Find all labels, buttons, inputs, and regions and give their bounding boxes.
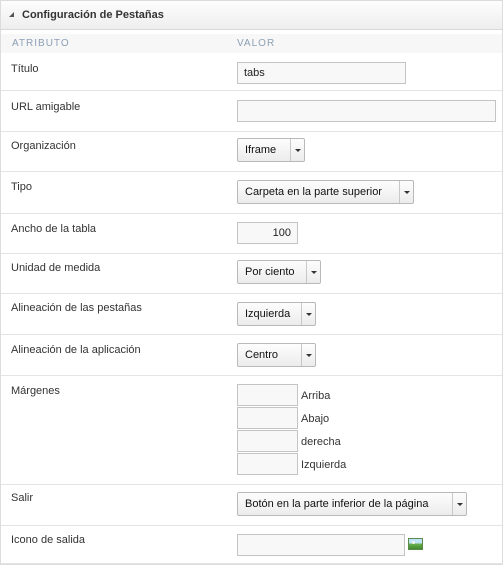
label-alineacion-pestanas: Alineación de las pestañas	[11, 302, 142, 314]
chevron-down-icon[interactable]	[290, 139, 304, 161]
image-picker-icon[interactable]	[408, 538, 423, 550]
alineacion-aplicacion-selected: Centro	[245, 349, 279, 361]
collapse-triangle-icon[interactable]	[9, 12, 14, 17]
row-margenes: Márgenes Arriba Abajo derecha Izquierda	[1, 376, 502, 485]
alineacion-pestanas-selected: Izquierda	[245, 308, 291, 320]
column-headers: ATRIBUTO VALOR	[1, 34, 502, 53]
label-unidad-medida: Unidad de medida	[11, 262, 101, 274]
label-salir: Salir	[11, 492, 34, 504]
tipo-selected: Carpeta en la parte superior	[245, 186, 382, 198]
chevron-down-icon[interactable]	[301, 303, 315, 325]
row-ancho-tabla: Ancho de la tabla	[1, 214, 502, 254]
salir-selected: Botón en la parte inferior de la página	[245, 498, 429, 510]
label-url-amigable: URL amigable	[11, 101, 81, 113]
row-titulo: Título	[1, 53, 502, 91]
salir-select[interactable]: Botón en la parte inferior de la página	[237, 492, 467, 516]
row-salir: Salir Botón en la parte inferior de la p…	[1, 485, 502, 526]
unidad-medida-select[interactable]: Por ciento	[237, 260, 321, 284]
row-alineacion-aplicacion: Alineación de la aplicación Centro	[1, 335, 502, 376]
margen-arriba-input[interactable]	[237, 384, 298, 406]
ancho-tabla-input[interactable]	[237, 222, 298, 244]
margen-izquierda-input[interactable]	[237, 453, 298, 475]
organizacion-select[interactable]: Iframe	[237, 138, 305, 162]
row-tipo: Tipo Carpeta en la parte superior	[1, 172, 502, 214]
tipo-select[interactable]: Carpeta en la parte superior	[237, 180, 414, 204]
margen-derecha-input[interactable]	[237, 430, 298, 452]
unidad-medida-selected: Por ciento	[245, 266, 295, 278]
label-alineacion-aplicacion: Alineación de la aplicación	[11, 344, 141, 356]
tabs-config-panel: Configuración de Pestañas ATRIBUTO VALOR…	[0, 0, 503, 565]
label-icono-salida: Icono de salida	[11, 534, 85, 546]
row-url-amigable: URL amigable	[1, 91, 502, 132]
url-amigable-input[interactable]	[237, 100, 496, 122]
margen-izquierda-label: Izquierda	[301, 459, 347, 471]
margen-abajo-input[interactable]	[237, 407, 298, 429]
panel-header[interactable]: Configuración de Pestañas	[1, 1, 502, 30]
margen-derecha-label: derecha	[301, 436, 341, 448]
chevron-down-icon[interactable]	[306, 261, 320, 283]
chevron-down-icon[interactable]	[301, 344, 315, 366]
label-organizacion: Organización	[11, 140, 76, 152]
alineacion-pestanas-select[interactable]: Izquierda	[237, 302, 316, 326]
margen-arriba-label: Arriba	[301, 390, 331, 402]
chevron-down-icon[interactable]	[399, 181, 413, 203]
icono-salida-input[interactable]	[237, 534, 405, 556]
margen-abajo-label: Abajo	[301, 413, 330, 425]
row-alineacion-pestanas: Alineación de las pestañas Izquierda	[1, 294, 502, 335]
row-unidad-medida: Unidad de medida Por ciento	[1, 254, 502, 294]
label-ancho-tabla: Ancho de la tabla	[11, 223, 97, 235]
label-tipo: Tipo	[11, 181, 32, 193]
alineacion-aplicacion-select[interactable]: Centro	[237, 343, 316, 367]
panel-title: Configuración de Pestañas	[22, 9, 164, 21]
column-header-value: VALOR	[237, 38, 276, 49]
column-header-attribute: ATRIBUTO	[12, 38, 70, 49]
titulo-input[interactable]	[237, 62, 406, 84]
label-margenes: Márgenes	[11, 385, 60, 397]
label-titulo: Título	[11, 63, 39, 75]
chevron-down-icon[interactable]	[452, 493, 466, 515]
row-icono-salida: Icono de salida	[1, 526, 502, 564]
organizacion-selected: Iframe	[245, 144, 277, 156]
row-organizacion: Organización Iframe	[1, 132, 502, 172]
